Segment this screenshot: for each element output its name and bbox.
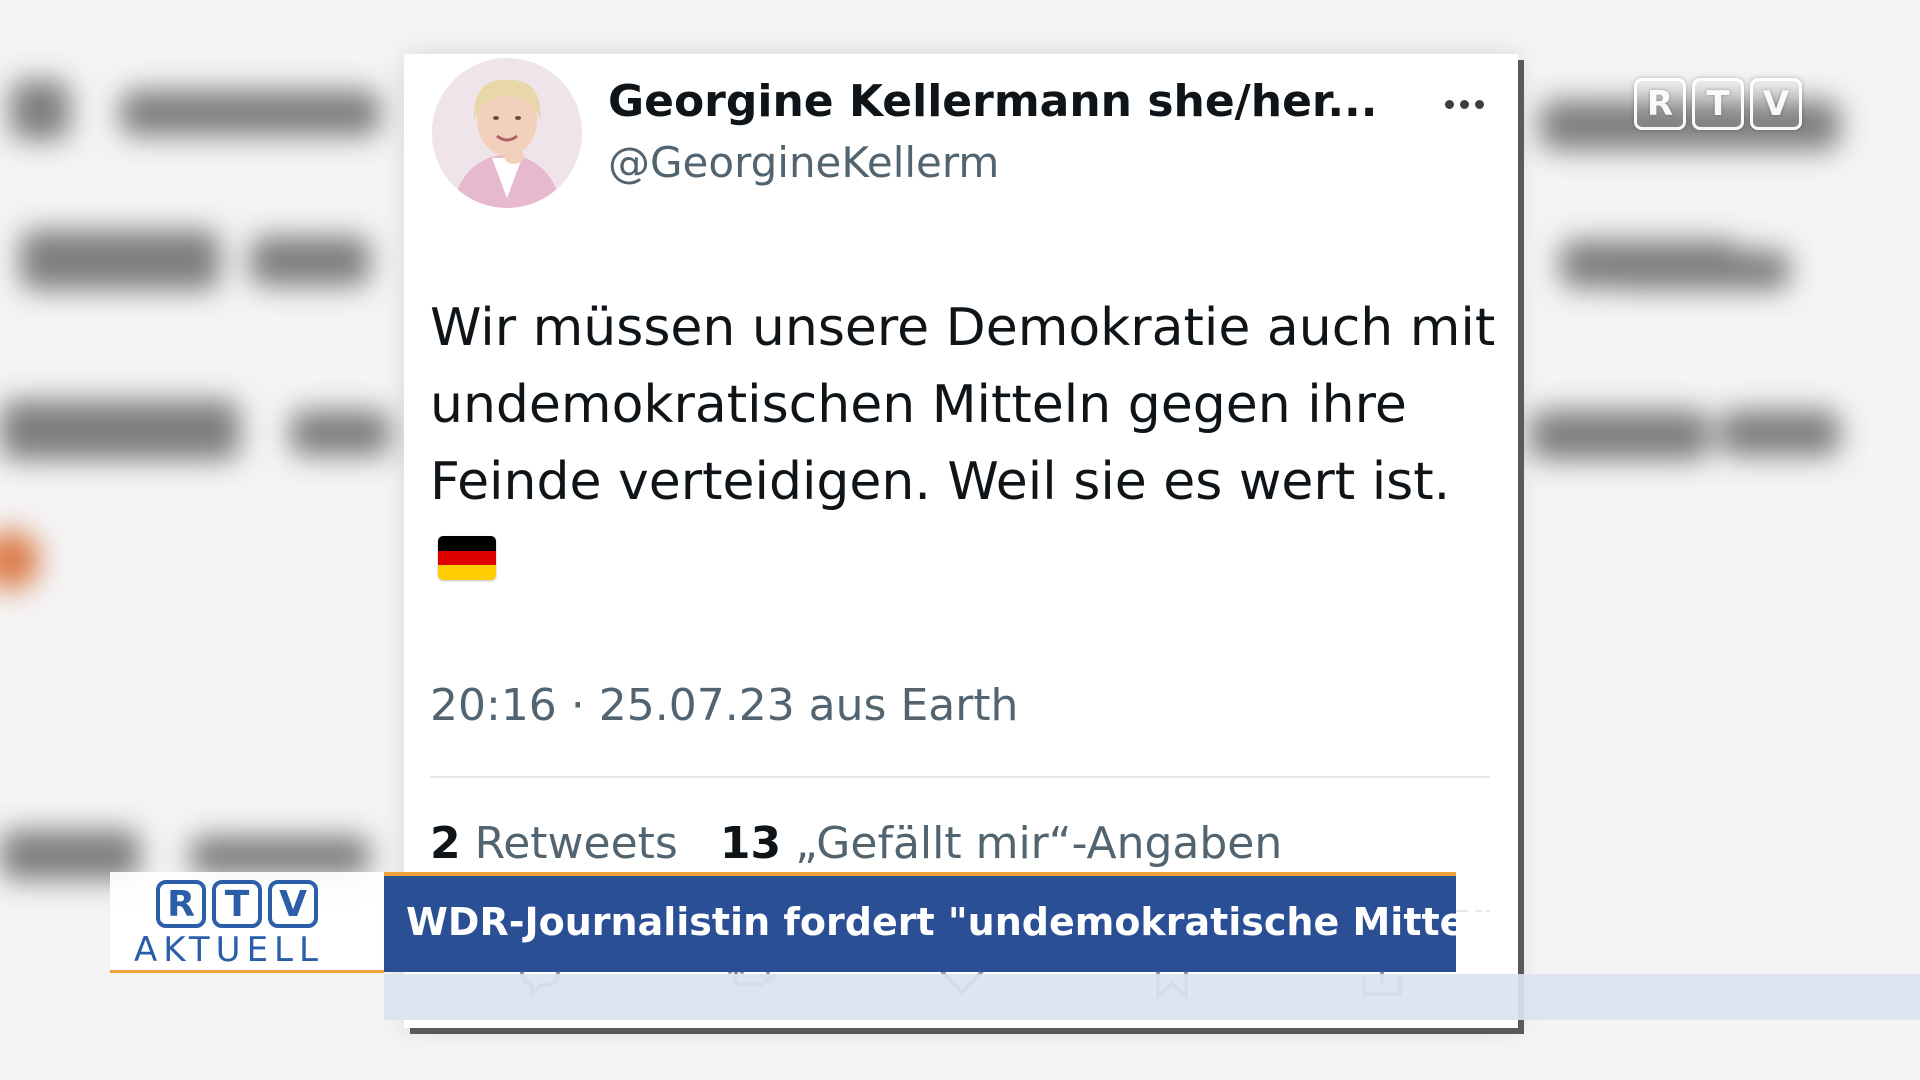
tweet-text: Wir müssen unsere Demokratie auch mit un… xyxy=(430,290,1496,521)
tweet-text-line: Feinde verteidigen. Weil sie es wert ist… xyxy=(430,452,1451,512)
divider xyxy=(430,776,1490,778)
watermark-letter: T xyxy=(1692,78,1744,130)
lower-third-strip xyxy=(384,974,1920,1020)
more-options-icon[interactable] xyxy=(1436,84,1492,124)
rtv-watermark: R T V xyxy=(1634,78,1802,130)
retweets-label[interactable]: Retweets xyxy=(475,818,678,869)
avatar[interactable] xyxy=(432,58,582,208)
tweet-timestamp[interactable]: 20:16 · 25.07.23 aus Earth xyxy=(430,680,1018,731)
rtv-aktuell-logo: R T V AKTUELL xyxy=(110,872,384,973)
likes-label[interactable]: „Gefällt mir“-Angaben xyxy=(795,818,1282,869)
tweet-text-line: undemokratischen Mitteln gegen ihre xyxy=(430,375,1407,435)
logo-letter: V xyxy=(268,880,318,928)
retweets-count[interactable]: 2 xyxy=(430,818,461,869)
display-name[interactable]: Georgine Kellermann she/her... xyxy=(608,76,1377,127)
german-flag-icon xyxy=(438,536,496,580)
watermark-letter: V xyxy=(1750,78,1802,130)
watermark-letter: R xyxy=(1634,78,1686,130)
headline-bar: WDR-Journalistin fordert "undemokratisch… xyxy=(384,872,1498,972)
tweet-text-line: Wir müssen unsere Demokratie auch mit xyxy=(430,298,1496,358)
headline-text: WDR-Journalistin fordert "undemokratisch… xyxy=(406,900,1499,944)
likes-count[interactable]: 13 xyxy=(720,818,781,869)
video-frame: R T V Georgine Kellermann she/her... @Ge… xyxy=(0,0,1920,1080)
logo-subtitle: AKTUELL xyxy=(134,930,324,970)
rtv-logo: R T V xyxy=(156,880,318,928)
logo-letter: R xyxy=(156,880,206,928)
user-handle[interactable]: @GeorgineKellerm xyxy=(608,138,999,187)
logo-letter: T xyxy=(212,880,262,928)
engagement-stats: 2 Retweets 13 „Gefällt mir“-Angaben xyxy=(430,818,1282,869)
